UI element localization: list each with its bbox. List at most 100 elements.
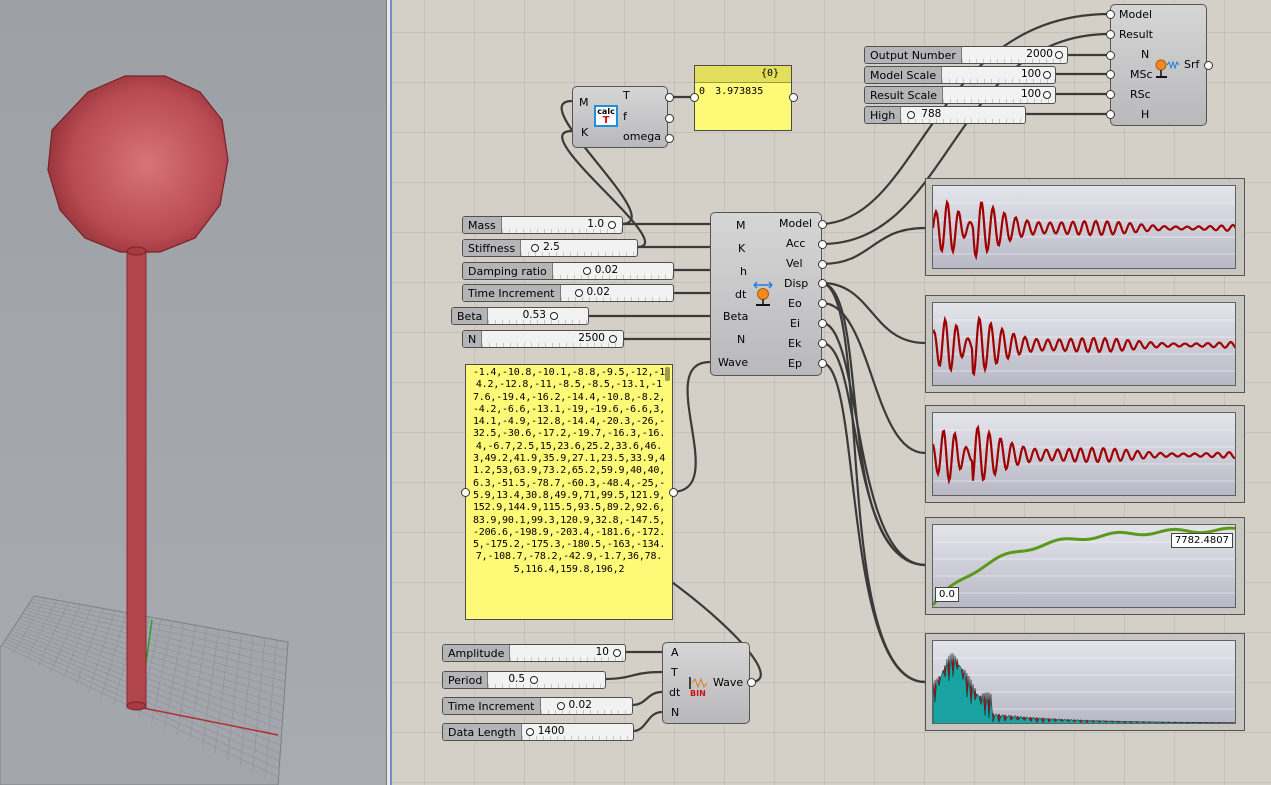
solver-output-grip[interactable] xyxy=(818,339,827,348)
display-output-grip[interactable] xyxy=(1204,61,1213,70)
slider-knob[interactable] xyxy=(574,289,583,297)
slider-track[interactable]: 100 xyxy=(942,67,1055,83)
input-dt[interactable]: dt xyxy=(669,686,680,699)
slider-track[interactable]: 0.5 xyxy=(488,672,605,688)
period-slider[interactable]: Period 0.5 xyxy=(442,671,606,689)
input-result[interactable]: Result xyxy=(1119,28,1153,41)
solver-output-grip[interactable] xyxy=(818,299,827,308)
input-h[interactable]: H xyxy=(1141,108,1149,121)
output-ek[interactable]: Ek xyxy=(788,337,801,350)
acc-graph[interactable] xyxy=(925,178,1245,276)
rhino-viewport[interactable] xyxy=(0,0,386,785)
solver-output-grip[interactable] xyxy=(818,319,827,328)
display-component[interactable]: Model Result N MSc RSc H Srf xyxy=(1110,4,1207,126)
panel-input-grip[interactable] xyxy=(461,488,470,497)
slider-knob[interactable] xyxy=(613,649,621,657)
calc-component[interactable]: M K calc T T f omega xyxy=(572,86,668,148)
wave-output-grip[interactable] xyxy=(747,678,756,687)
panel-output-grip[interactable] xyxy=(789,93,798,102)
n-slider[interactable]: N 2500 xyxy=(462,330,624,348)
stiffness-slider[interactable]: Stiffness 2.5 xyxy=(462,239,638,257)
output-number-slider[interactable]: Output Number 2000 xyxy=(864,46,1068,64)
solver-output-grip[interactable] xyxy=(818,220,827,229)
slider-track[interactable]: 1400 xyxy=(521,724,633,740)
output-f[interactable]: f xyxy=(623,110,627,123)
slider-knob[interactable] xyxy=(609,335,617,343)
wave-data-panel[interactable]: -1.4,-10.8,-10.1,-8.8,-9.5,-12,-14.2,-12… xyxy=(465,364,673,620)
input-wave[interactable]: Wave xyxy=(718,356,748,369)
calc-output-grip[interactable] xyxy=(665,134,674,143)
slider-track[interactable]: 2000 xyxy=(961,47,1067,63)
slider-track[interactable]: 10 xyxy=(510,645,625,661)
solver-component[interactable]: M K h dt Beta N Wave Model Acc Vel Disp … xyxy=(710,212,822,376)
spectrum-graph[interactable] xyxy=(925,633,1245,731)
slider-track[interactable]: 0.02 xyxy=(560,285,673,301)
slider-knob[interactable] xyxy=(556,702,565,710)
input-rsc[interactable]: RSc xyxy=(1130,88,1151,101)
data-length-slider[interactable]: Data Length 1400 xyxy=(442,723,634,741)
display-grip[interactable] xyxy=(1106,90,1115,99)
wave-time-increment-slider[interactable]: Time Increment 0.02 xyxy=(442,697,633,715)
slider-knob[interactable] xyxy=(907,111,916,119)
display-grip[interactable] xyxy=(1106,51,1115,60)
output-vel[interactable]: Vel xyxy=(786,257,803,270)
input-dt[interactable]: dt xyxy=(735,288,746,301)
input-n[interactable]: N xyxy=(737,333,745,346)
output-omega[interactable]: omega xyxy=(623,130,661,143)
slider-knob[interactable] xyxy=(1043,91,1051,99)
display-grip[interactable] xyxy=(1106,70,1115,79)
model-scale-slider[interactable]: Model Scale 100 xyxy=(864,66,1056,84)
slider-knob[interactable] xyxy=(531,244,540,252)
solver-output-grip[interactable] xyxy=(818,279,827,288)
slider-track[interactable]: 2500 xyxy=(482,331,623,347)
display-grip[interactable] xyxy=(1106,110,1115,119)
grasshopper-canvas[interactable]: Output Number 2000 Model Scale 100 Resul… xyxy=(392,0,1271,785)
input-k[interactable]: K xyxy=(738,242,745,255)
slider-knob[interactable] xyxy=(608,221,616,229)
slider-track[interactable]: 1.0 xyxy=(501,217,622,233)
solver-output-grip[interactable] xyxy=(818,240,827,249)
disp-graph[interactable] xyxy=(925,405,1245,503)
slider-knob[interactable] xyxy=(1055,51,1063,59)
damping-ratio-slider[interactable]: Damping ratio 0.02 xyxy=(462,262,674,280)
slider-knob[interactable] xyxy=(530,676,539,684)
vel-graph[interactable] xyxy=(925,295,1245,393)
solver-output-grip[interactable] xyxy=(818,359,827,368)
slider-knob[interactable] xyxy=(550,312,558,320)
input-m[interactable]: M xyxy=(736,219,746,232)
high-slider[interactable]: High 788 xyxy=(864,106,1026,124)
period-result-panel[interactable]: {0} 0 3.973835 xyxy=(694,65,792,131)
input-k[interactable]: K xyxy=(581,126,588,139)
output-t[interactable]: T xyxy=(623,89,630,102)
display-grip[interactable] xyxy=(1106,30,1115,39)
slider-track[interactable]: 0.53 xyxy=(488,308,588,324)
input-n[interactable]: N xyxy=(1141,48,1149,61)
time-increment-slider[interactable]: Time Increment 0.02 xyxy=(462,284,674,302)
input-msc[interactable]: MSc xyxy=(1130,68,1153,81)
calc-output-grip[interactable] xyxy=(665,93,674,102)
display-grip[interactable] xyxy=(1106,10,1115,19)
input-a[interactable]: A xyxy=(671,646,679,659)
slider-knob[interactable] xyxy=(525,728,534,736)
output-srf[interactable]: Srf xyxy=(1184,58,1199,71)
output-wave[interactable]: Wave xyxy=(713,676,743,689)
slider-knob[interactable] xyxy=(582,267,591,275)
input-beta[interactable]: Beta xyxy=(723,310,748,323)
beta-slider[interactable]: Beta 0.53 xyxy=(451,307,589,325)
slider-track[interactable]: 2.5 xyxy=(521,240,637,256)
input-t[interactable]: T xyxy=(671,666,678,679)
slider-track[interactable]: 100 xyxy=(943,87,1055,103)
output-ep[interactable]: Ep xyxy=(788,357,802,370)
energy-graph[interactable]: 7782.4807 0.0 xyxy=(925,517,1245,615)
panel-output-grip[interactable] xyxy=(669,488,678,497)
slider-track[interactable]: 0.02 xyxy=(552,263,673,279)
output-model[interactable]: Model xyxy=(779,217,812,230)
slider-knob[interactable] xyxy=(1043,71,1051,79)
wave-component[interactable]: A T dt N BIN Wave xyxy=(662,642,750,724)
input-model[interactable]: Model xyxy=(1119,8,1152,21)
slider-track[interactable]: 0.02 xyxy=(540,698,632,714)
output-eo[interactable]: Eo xyxy=(788,297,802,310)
slider-track[interactable]: 788 xyxy=(901,107,1025,123)
output-acc[interactable]: Acc xyxy=(786,237,805,250)
mass-slider[interactable]: Mass 1.0 xyxy=(462,216,623,234)
